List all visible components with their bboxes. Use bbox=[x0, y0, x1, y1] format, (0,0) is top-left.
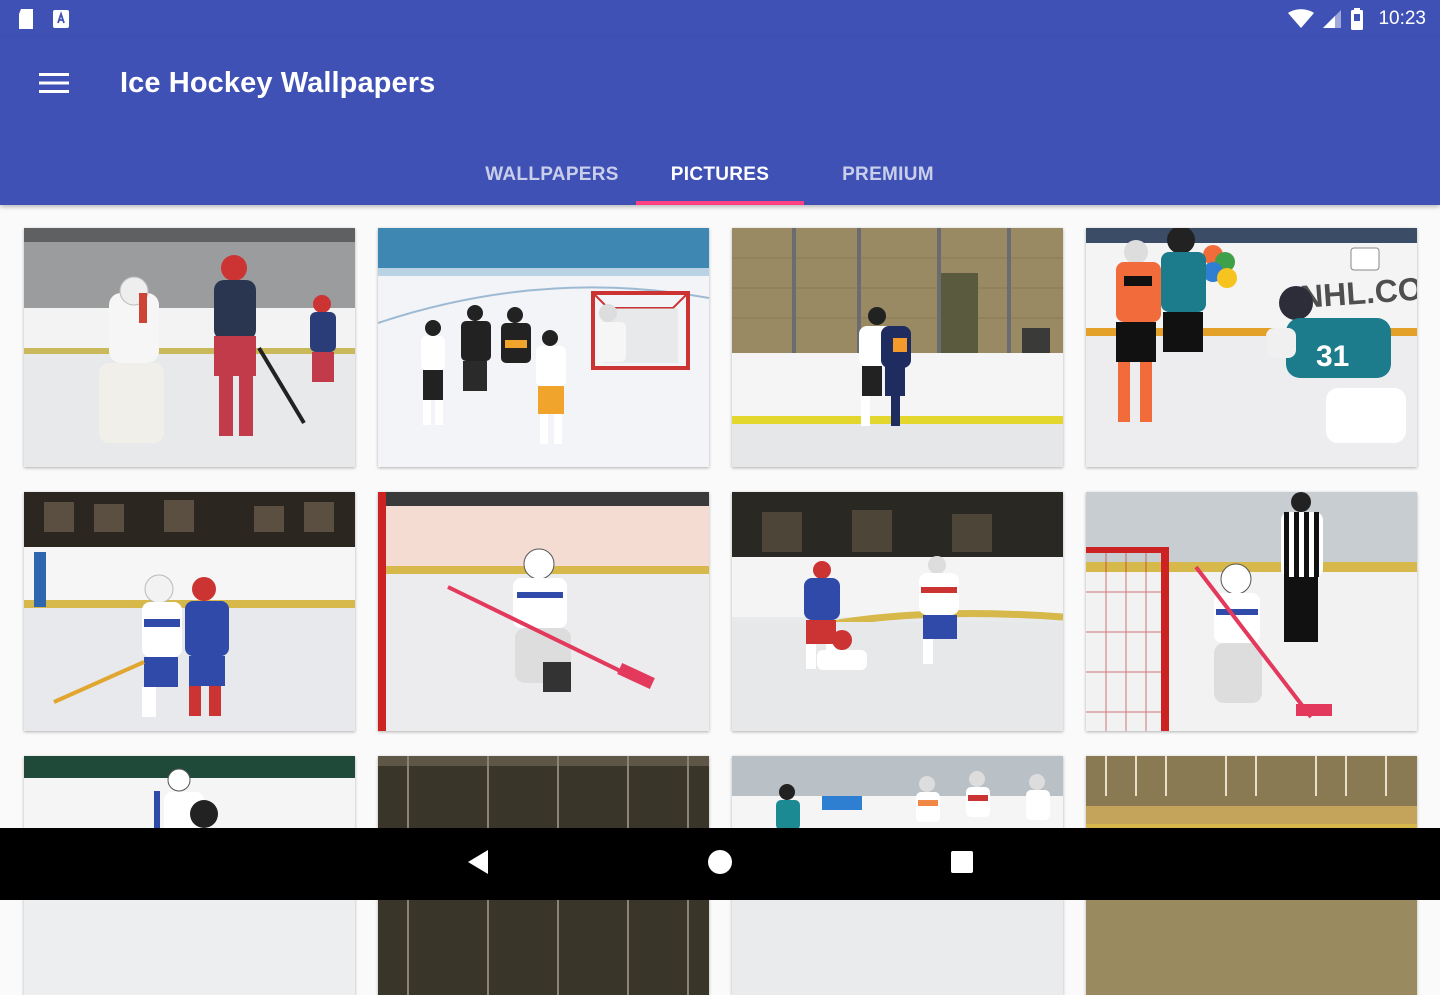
photo-thumbnail[interactable] bbox=[1086, 492, 1417, 731]
battery-icon bbox=[1350, 7, 1364, 30]
tab-premium[interactable]: PREMIUM bbox=[804, 145, 972, 205]
menu-icon bbox=[39, 72, 69, 99]
app-title: Ice Hockey Wallpapers bbox=[120, 67, 436, 99]
photo-thumbnail[interactable] bbox=[24, 228, 355, 467]
tab-bar: WALLPAPERS PICTURES PREMIUM bbox=[468, 145, 972, 205]
signal-icon bbox=[1322, 9, 1342, 29]
status-left bbox=[16, 8, 70, 30]
wifi-icon bbox=[1288, 8, 1315, 29]
app-notification-icon bbox=[52, 9, 70, 29]
back-icon bbox=[466, 849, 490, 880]
photo-thumbnail[interactable] bbox=[732, 228, 1063, 467]
tab-pictures[interactable]: PICTURES bbox=[636, 145, 804, 205]
photo-thumbnail[interactable] bbox=[732, 492, 1063, 731]
tab-wallpapers[interactable]: WALLPAPERS bbox=[468, 145, 636, 205]
back-button[interactable] bbox=[357, 828, 599, 900]
svg-text:31: 31 bbox=[1316, 340, 1349, 373]
recents-button[interactable] bbox=[841, 828, 1083, 900]
home-icon bbox=[706, 848, 734, 881]
app-bar: Ice Hockey Wallpapers WALLPAPERS PICTURE… bbox=[0, 37, 1440, 205]
status-bar: 10:23 bbox=[0, 0, 1440, 37]
photo-thumbnail[interactable] bbox=[378, 228, 709, 467]
photo-thumbnail[interactable] bbox=[24, 492, 355, 731]
menu-button[interactable] bbox=[30, 65, 78, 105]
status-time: 10:23 bbox=[1378, 7, 1426, 29]
photo-thumbnail[interactable] bbox=[378, 492, 709, 731]
system-nav-bar bbox=[0, 828, 1440, 900]
photo-thumbnail[interactable]: NHL.COM 31 bbox=[1086, 228, 1417, 467]
sd-card-icon bbox=[16, 8, 36, 30]
status-right: 10:23 bbox=[1288, 7, 1426, 30]
recents-icon bbox=[950, 850, 974, 879]
home-button[interactable] bbox=[599, 828, 841, 900]
